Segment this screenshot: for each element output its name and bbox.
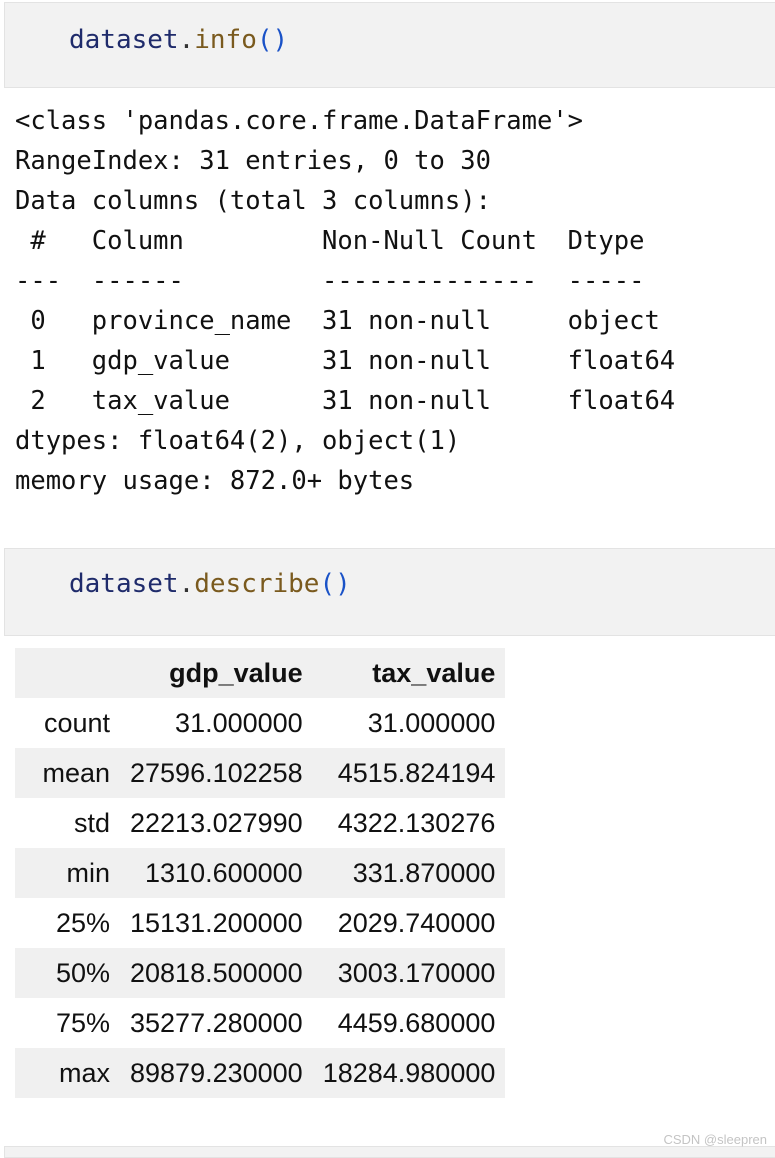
table-header-index	[15, 648, 120, 698]
code-method-info: info	[194, 25, 257, 55]
output-line: memory usage: 872.0+ bytes	[15, 466, 415, 496]
row-label: 50%	[55, 957, 110, 988]
output-line: 0 province_name 31 non-null object	[15, 306, 676, 336]
output-line: # Column Non-Null Count Dtype	[15, 226, 676, 256]
code-dot: .	[178, 25, 195, 55]
code-method-describe: describe	[194, 569, 320, 599]
output-line: 1 gdp_value 31 non-null float64	[15, 346, 676, 376]
row-label: min	[66, 857, 110, 888]
code-line-describe[interactable]: dataset.describe()	[69, 569, 351, 599]
output-line: <class 'pandas.core.frame.DataFrame'>	[15, 106, 584, 136]
watermark: CSDN @sleepren	[663, 1132, 767, 1147]
table-row: 50% 20818.500000 3003.170000	[15, 948, 506, 998]
cell-tax-value: 4459.680000	[337, 1007, 496, 1038]
table-row: count 31.000000 31.000000	[15, 698, 506, 748]
code-line-info[interactable]: dataset.info()	[69, 25, 288, 55]
cell-gdp-value: 89879.230000	[130, 1057, 303, 1088]
table-row: max 89879.230000 18284.980000	[15, 1048, 506, 1098]
table-row: mean 27596.102258 4515.824194	[15, 748, 506, 798]
row-label: count	[43, 707, 110, 738]
output-line: RangeIndex: 31 entries, 0 to 30	[15, 146, 491, 176]
table-header-tax-value: tax_value	[372, 657, 496, 688]
describe-table: gdp_value tax_value count 31.000000 31.0…	[15, 648, 506, 1098]
output-line: dtypes: float64(2), object(1)	[15, 426, 461, 456]
cell-gdp-value: 35277.280000	[130, 1007, 303, 1038]
code-cell-describe[interactable]: dataset.describe()	[4, 548, 775, 636]
row-label: mean	[42, 757, 110, 788]
table-row: 75% 35277.280000 4459.680000	[15, 998, 506, 1048]
code-object: dataset	[69, 569, 179, 599]
code-cell-next[interactable]	[4, 1146, 775, 1158]
cell-gdp-value: 15131.200000	[130, 907, 303, 938]
cell-tax-value: 4515.824194	[337, 757, 496, 788]
code-parens: ()	[256, 25, 289, 55]
output-line: 2 tax_value 31 non-null float64	[15, 386, 676, 416]
row-label: max	[58, 1057, 110, 1088]
cell-tax-value: 331.870000	[352, 857, 496, 888]
row-label: 25%	[55, 907, 110, 938]
code-parens: ()	[319, 569, 351, 599]
cell-tax-value: 4322.130276	[337, 807, 496, 838]
table-row: std 22213.027990 4322.130276	[15, 798, 506, 848]
cell-gdp-value: 27596.102258	[130, 757, 303, 788]
cell-tax-value: 2029.740000	[337, 907, 496, 938]
cell-tax-value: 18284.980000	[322, 1057, 496, 1088]
cell-gdp-value: 22213.027990	[130, 807, 303, 838]
cell-gdp-value: 1310.600000	[145, 857, 303, 888]
cell-gdp-value: 20818.500000	[130, 957, 303, 988]
code-dot: .	[178, 569, 195, 599]
row-label: std	[73, 807, 110, 838]
output-line: --- ------ -------------- -----	[15, 266, 676, 296]
table-row: 25% 15131.200000 2029.740000	[15, 898, 506, 948]
code-cell-info[interactable]: dataset.info()	[4, 2, 775, 88]
table-header-row: gdp_value tax_value	[15, 648, 506, 698]
table-row: min 1310.600000 331.870000	[15, 848, 506, 898]
cell-tax-value: 31.000000	[367, 707, 496, 738]
cell-gdp-value: 31.000000	[175, 707, 303, 738]
table-header-gdp-value: gdp_value	[169, 657, 303, 688]
row-label: 75%	[55, 1007, 110, 1038]
cell-tax-value: 3003.170000	[337, 957, 496, 988]
code-object: dataset	[69, 25, 179, 55]
info-output: <class 'pandas.core.frame.DataFrame'> Ran…	[15, 101, 675, 501]
output-line: Data columns (total 3 columns):	[15, 186, 491, 216]
